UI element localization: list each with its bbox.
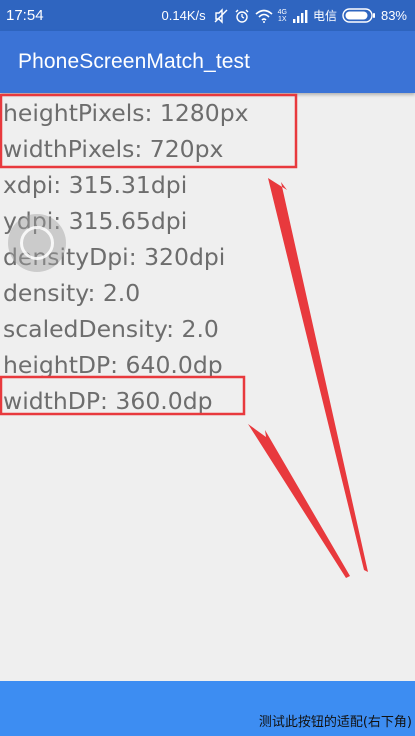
floating-touch-button[interactable] [8, 214, 66, 272]
wifi-icon [255, 9, 273, 23]
metric-scaled-density: scaledDensity: 2.0 [3, 315, 219, 343]
app-bar: PhoneScreenMatch_test [0, 31, 415, 93]
metric-height-dp: heightDP: 640.0dp [3, 351, 223, 379]
test-adapt-button-label: 测试此按钮的适配(右下角) [258, 715, 412, 730]
test-adapt-button[interactable]: 测试此按钮的适配(右下角) [0, 681, 415, 736]
network-speed: 0.14K/s [161, 8, 206, 23]
status-time: 17:54 [6, 7, 44, 24]
carrier-name: 电信 [312, 9, 337, 23]
metric-width-pixels: widthPixels: 720px [3, 135, 224, 163]
metric-width-dp: widthDP: 360.0dp [3, 387, 213, 415]
metric-height-pixels: heightPixels: 1280px [3, 99, 249, 127]
metric-density: density: 2.0 [3, 279, 141, 307]
metrics-list: heightPixels: 1280px widthPixels: 720px … [3, 95, 403, 419]
signal-type-icon: 4G 1X [277, 8, 287, 23]
floating-touch-ring-icon [20, 226, 54, 260]
status-icons: 0.14K/s 4G 1X 电信 83% [162, 7, 407, 24]
status-bar: 17:54 0.14K/s 4G 1X 电信 83% [0, 0, 415, 31]
arrow-to-width-dp-box [248, 424, 350, 578]
battery-icon [342, 8, 376, 23]
signal-icon [292, 9, 308, 23]
app-title: PhoneScreenMatch_test [18, 50, 251, 73]
battery-percent: 83% [380, 8, 407, 23]
metric-xdpi: xdpi: 315.31dpi [3, 171, 188, 199]
mute-icon [213, 7, 229, 24]
alarm-icon [234, 8, 250, 24]
